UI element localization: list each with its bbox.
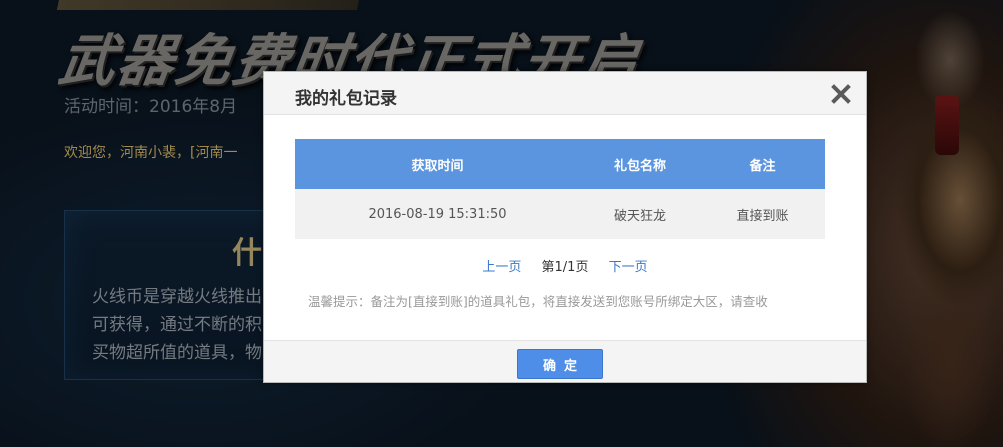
gift-record-table: 获取时间 礼包名称 备注 2016-08-19 15:31:50 破天狂龙 直接…	[295, 139, 825, 239]
cell-gift-name: 破天狂龙	[580, 189, 700, 239]
dialog-title: 我的礼包记录	[295, 89, 397, 109]
confirm-button[interactable]: 确定	[517, 349, 603, 379]
table-row: 2016-08-19 15:31:50 破天狂龙 直接到账	[295, 189, 825, 239]
gift-record-dialog: 我的礼包记录 获取时间 礼包名称 备注 2016-08-19 15:31:50 …	[263, 71, 867, 383]
close-icon	[831, 84, 851, 104]
next-page-link[interactable]: 下一页	[609, 256, 648, 275]
pagination: 上一页 第1/1页 下一页	[264, 256, 866, 276]
page-indicator: 第1/1页	[541, 260, 589, 275]
column-header-note: 备注	[700, 139, 825, 189]
table-header-row: 获取时间 礼包名称 备注	[295, 139, 825, 189]
tip-text: 温馨提示：备注为[直接到账]的道具礼包，将直接发送到您账号所绑定大区，请查收	[308, 294, 768, 309]
dialog-footer: 确定	[264, 340, 866, 382]
column-header-gift-name: 礼包名称	[580, 139, 700, 189]
cell-time: 2016-08-19 15:31:50	[295, 189, 580, 239]
cell-note: 直接到账	[700, 189, 825, 239]
dialog-header: 我的礼包记录	[264, 72, 866, 115]
prev-page-link[interactable]: 上一页	[482, 256, 521, 275]
close-button[interactable]	[830, 83, 852, 105]
column-header-time: 获取时间	[295, 139, 580, 189]
